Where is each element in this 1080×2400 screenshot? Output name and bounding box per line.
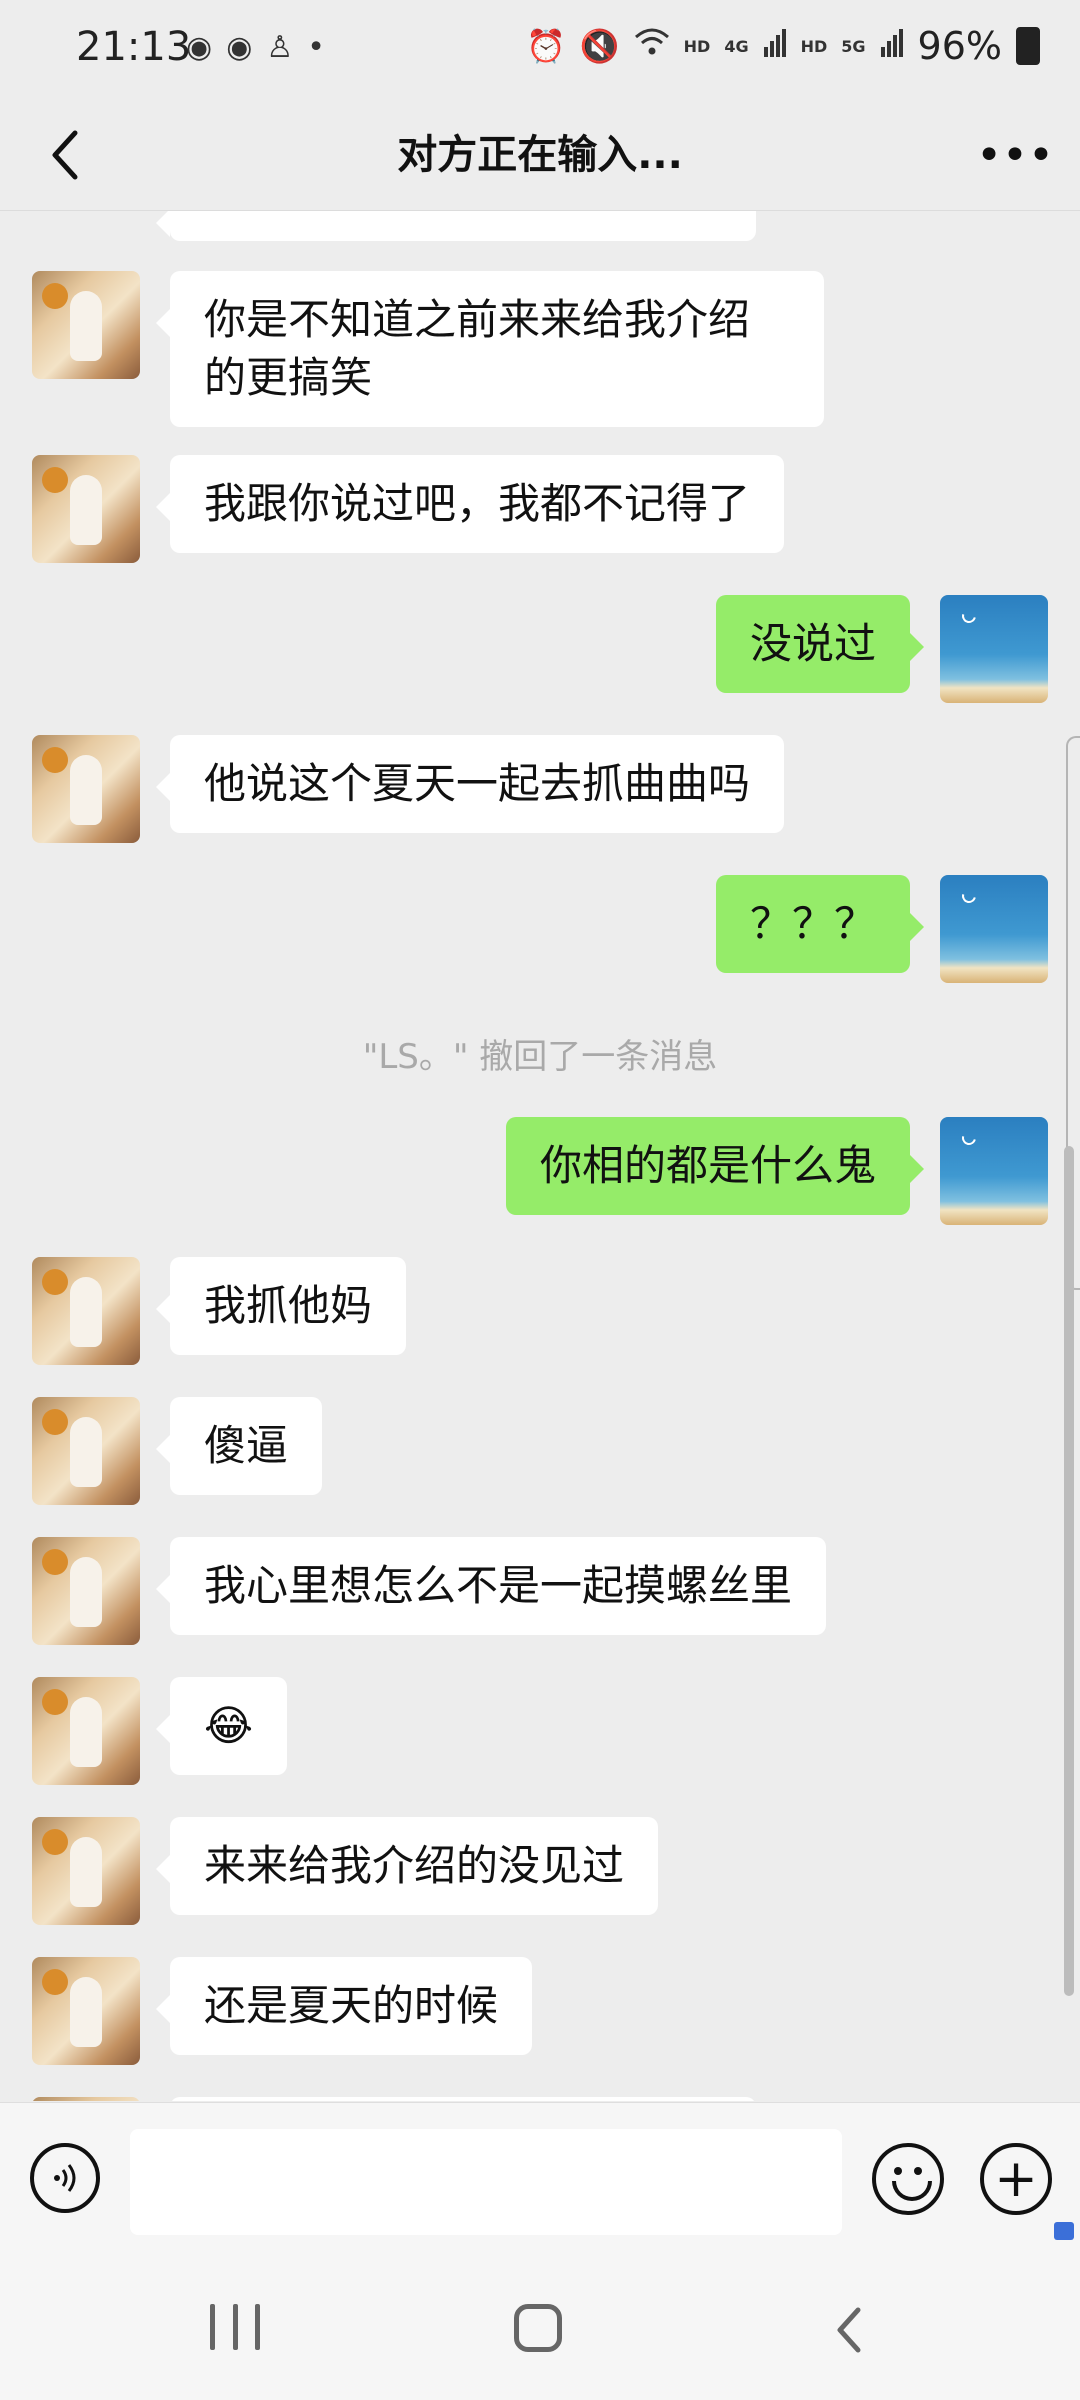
- more-functions-button[interactable]: +: [980, 2143, 1052, 2215]
- message-bubble[interactable]: [156, 211, 756, 241]
- message-row: 来来给我介绍的没见过: [0, 1817, 1080, 1927]
- signal-icon: [880, 27, 904, 65]
- message-row: 你相的都是什么鬼: [0, 1117, 1080, 1227]
- message-bubble[interactable]: 来来给我介绍的没见过: [155, 1817, 659, 1915]
- avatar[interactable]: [32, 1677, 140, 1785]
- avatar[interactable]: [32, 735, 140, 843]
- system-nav-bar: [0, 2260, 1080, 2400]
- message-bubble[interactable]: 😂: [155, 1677, 288, 1775]
- avatar[interactable]: [32, 1257, 140, 1365]
- weibo-icon: ◉: [226, 30, 253, 65]
- message-bubble[interactable]: 你是不知道之前来来给我介绍的更搞笑: [156, 271, 824, 427]
- message-row: 我抓他妈: [0, 1257, 1080, 1367]
- battery-percent: 96%: [917, 24, 1002, 68]
- emoji-button[interactable]: [872, 2143, 944, 2215]
- chat-message-list[interactable]: 你是不知道之前来来给我介绍的更搞笑 我跟你说过吧，我都不记得了 没说过 他说这个…: [0, 211, 1080, 2101]
- avatar[interactable]: [32, 1537, 140, 1645]
- avatar[interactable]: [940, 875, 1048, 983]
- avatar[interactable]: [940, 1117, 1048, 1225]
- avatar[interactable]: [32, 1397, 140, 1505]
- avatar[interactable]: [32, 455, 140, 563]
- dot-icon: •: [307, 30, 325, 65]
- message-bubble[interactable]: [170, 2097, 756, 2101]
- message-row: 没说过: [0, 595, 1080, 705]
- battery-icon: [1016, 27, 1040, 65]
- input-bar: +: [0, 2102, 1080, 2261]
- mute-icon: 🔇: [579, 27, 620, 65]
- message-row: 还是夏天的时候: [0, 1957, 1080, 2067]
- network-label: 4G: [724, 36, 749, 56]
- message-bubble[interactable]: 还是夏天的时候: [155, 1957, 533, 2055]
- message-input[interactable]: [130, 2129, 842, 2235]
- status-right: ⏰ 🔇 HD 4G HD 5G 96%: [526, 24, 1040, 68]
- message-bubble[interactable]: 你相的都是什么鬼: [505, 1117, 925, 1215]
- avatar[interactable]: [32, 2097, 140, 2101]
- message-bubble[interactable]: 没说过: [715, 595, 925, 693]
- weibo-icon: ◉: [186, 30, 213, 65]
- recent-apps-icon: [210, 2304, 215, 2350]
- message-bubble[interactable]: 他说这个夏天一起去抓曲曲吗: [155, 735, 785, 833]
- message-row: ？？？: [0, 875, 1080, 985]
- voice-input-button[interactable]: [30, 2143, 100, 2213]
- chat-header: 对方正在输入... •••: [0, 100, 1080, 211]
- emoji-icon: [892, 2181, 932, 2201]
- message-row: 他说这个夏天一起去抓曲曲吗: [0, 735, 1080, 845]
- alarm-icon: ⏰: [525, 27, 566, 65]
- scrollbar[interactable]: [1064, 1146, 1074, 1996]
- recall-notice: "LS。" 撤回了一条消息: [362, 1037, 718, 1077]
- system-back-button[interactable]: [826, 2300, 874, 2360]
- message-bubble[interactable]: ？？？: [715, 875, 925, 973]
- avatar[interactable]: [32, 1817, 140, 1925]
- signal-icon: [763, 27, 787, 65]
- chevron-left-icon: [837, 2307, 861, 2353]
- plus-icon: +: [994, 2149, 1038, 2209]
- network-label: 5G: [841, 36, 866, 56]
- message-row: 你是不知道之前来来给我介绍的更搞笑: [0, 261, 1080, 431]
- recent-apps-icon: [255, 2304, 260, 2350]
- message-row: 我跟你说过吧，我都不记得了: [0, 455, 1080, 565]
- emoji-icon: [914, 2167, 922, 2175]
- hd-label: HD: [683, 36, 711, 56]
- message-row: 我心里想怎么不是一起摸螺丝里: [0, 1537, 1080, 1647]
- app-icon: ♙: [266, 30, 294, 65]
- recent-apps-button[interactable]: [210, 2304, 260, 2354]
- hd-label: HD: [800, 36, 828, 56]
- message-bubble[interactable]: 傻逼: [155, 1397, 323, 1495]
- more-options-button[interactable]: •••: [976, 120, 1054, 190]
- home-button[interactable]: [514, 2304, 562, 2352]
- message-row: 😂: [0, 1677, 1080, 1787]
- message-row: [0, 2097, 1080, 2101]
- wifi-icon: [634, 27, 670, 65]
- chat-title: 对方正在输入...: [397, 132, 683, 178]
- emoji-icon: [894, 2167, 902, 2175]
- voice-icon: [54, 2164, 76, 2192]
- avatar[interactable]: [940, 595, 1048, 703]
- status-bar: 21:13 ◉ ◉ ♙ • ⏰ 🔇 HD 4G HD 5G 96%: [0, 0, 1080, 100]
- more-icon: •••: [976, 129, 1054, 181]
- message-bubble[interactable]: 我跟你说过吧，我都不记得了: [155, 455, 785, 553]
- message-bubble[interactable]: 我抓他妈: [155, 1257, 407, 1355]
- folder-icon[interactable]: [1054, 2222, 1074, 2240]
- message-bubble[interactable]: 我心里想怎么不是一起摸螺丝里: [155, 1537, 827, 1635]
- notification-icons: ◉ ◉ ♙ •: [186, 30, 325, 65]
- message-row: 傻逼: [0, 1397, 1080, 1507]
- avatar[interactable]: [32, 1957, 140, 2065]
- avatar[interactable]: [32, 271, 140, 379]
- recent-apps-icon: [232, 2304, 238, 2350]
- status-time: 21:13: [76, 24, 192, 70]
